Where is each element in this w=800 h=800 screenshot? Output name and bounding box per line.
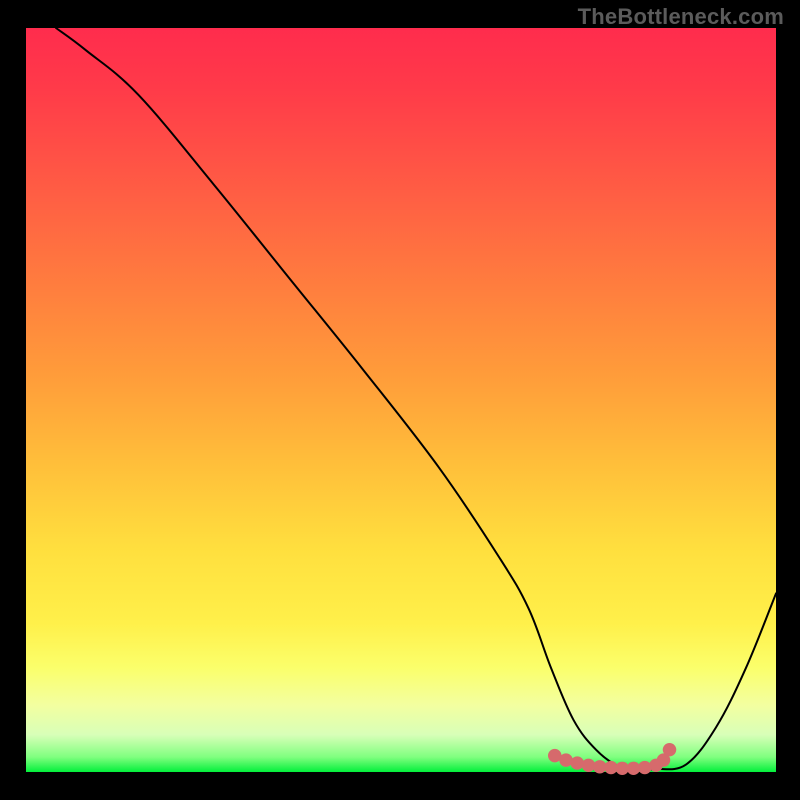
watermark-text: TheBottleneck.com bbox=[578, 4, 784, 30]
chart-frame: TheBottleneck.com bbox=[0, 0, 800, 800]
plot-container bbox=[26, 28, 776, 772]
bottleneck-curve bbox=[56, 28, 776, 770]
chart-svg bbox=[26, 28, 776, 772]
marker-dot bbox=[571, 756, 585, 769]
marker-dot bbox=[663, 743, 677, 756]
flat-region-dots bbox=[548, 743, 676, 775]
marker-dot bbox=[638, 761, 652, 774]
